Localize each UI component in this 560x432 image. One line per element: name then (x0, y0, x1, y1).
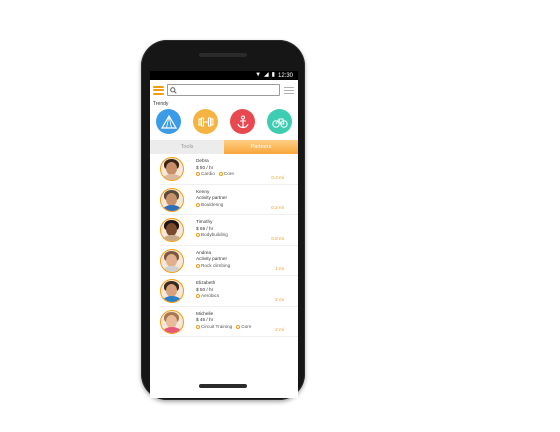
tag-circle-icon (196, 233, 200, 238)
partner-tag: Rock climbing (201, 262, 231, 268)
avatar (160, 309, 184, 334)
avatar (160, 279, 184, 303)
avatar (160, 248, 184, 273)
battery-icon: ▮ (271, 72, 275, 78)
search-input[interactable] (167, 84, 280, 96)
partner-tag: Cardio (201, 171, 215, 176)
list-item[interactable]: Michelle $ 46 / hr Circuit Training Core… (160, 307, 298, 337)
list-item[interactable]: Andrea Activity partner Rock climbing 1 … (160, 246, 298, 276)
bicycle-icon[interactable] (267, 109, 292, 134)
tab-tools[interactable]: Tools (150, 140, 224, 154)
dumbbell-icon[interactable] (193, 109, 218, 134)
camping-tent-icon[interactable] (156, 109, 181, 134)
list-item[interactable]: Elizabeth $ 50 / hr Aerobics 2 mi (160, 276, 298, 307)
tag-circle-icon (196, 263, 200, 268)
search-row (150, 80, 298, 100)
list-item[interactable]: Timothy $ 69 / hr Bodybuilding 0.8 mi (160, 215, 298, 246)
hamburger-menu-icon[interactable] (153, 85, 164, 95)
wifi-icon: ◢ (264, 72, 269, 78)
partner-tag: Core (241, 323, 252, 329)
tag-circle-icon (196, 294, 200, 299)
partner-tag: Bodybuilding (201, 232, 228, 237)
tag-circle-icon (218, 172, 223, 177)
filter-icon[interactable] (283, 85, 295, 95)
status-time: 12:30 (277, 72, 293, 79)
signal-icon: ▼ (255, 72, 262, 78)
app-screen: ▼ ◢ ▮ 12:30 Trendy Tools Partners Debra … (150, 71, 298, 398)
partner-distance: 0.2 mi (271, 205, 284, 210)
anchor-icon[interactable] (230, 109, 255, 134)
tag-circle-icon (196, 324, 200, 329)
partner-tag: Aerobics (201, 293, 220, 298)
avatar (160, 218, 184, 242)
avatar (160, 187, 184, 212)
tag-circle-icon (236, 324, 241, 329)
trendy-categories (150, 107, 298, 137)
partner-distance: 0.4 mi (271, 174, 284, 180)
list-item[interactable]: Kenny Activity partner Bouldering 0.2 mi (160, 185, 298, 215)
list-item[interactable]: Debra $ 50 / hr Cardio Core 0.4 mi (160, 154, 298, 185)
tab-bar: Tools Partners (150, 140, 298, 154)
partner-tag: Circuit Training (201, 323, 233, 329)
tab-partners[interactable]: Partners (224, 140, 298, 154)
partner-distance: 1 mi (275, 266, 284, 271)
status-bar: ▼ ◢ ▮ 12:30 (150, 71, 298, 80)
search-icon (170, 86, 177, 94)
phone-frame: ▼ ◢ ▮ 12:30 Trendy Tools Partners Debra … (141, 40, 305, 400)
partner-tag: Core (223, 171, 234, 176)
partner-list: Debra $ 50 / hr Cardio Core 0.4 mi Kenny… (150, 154, 298, 337)
avatar (160, 157, 184, 181)
partner-distance: 2 mi (275, 296, 284, 302)
tag-circle-icon (196, 202, 200, 207)
partner-distance: 0.8 mi (271, 235, 284, 241)
partner-distance: 2 mi (275, 327, 284, 332)
tag-circle-icon (196, 172, 200, 177)
partner-tag: Bouldering (201, 201, 224, 207)
